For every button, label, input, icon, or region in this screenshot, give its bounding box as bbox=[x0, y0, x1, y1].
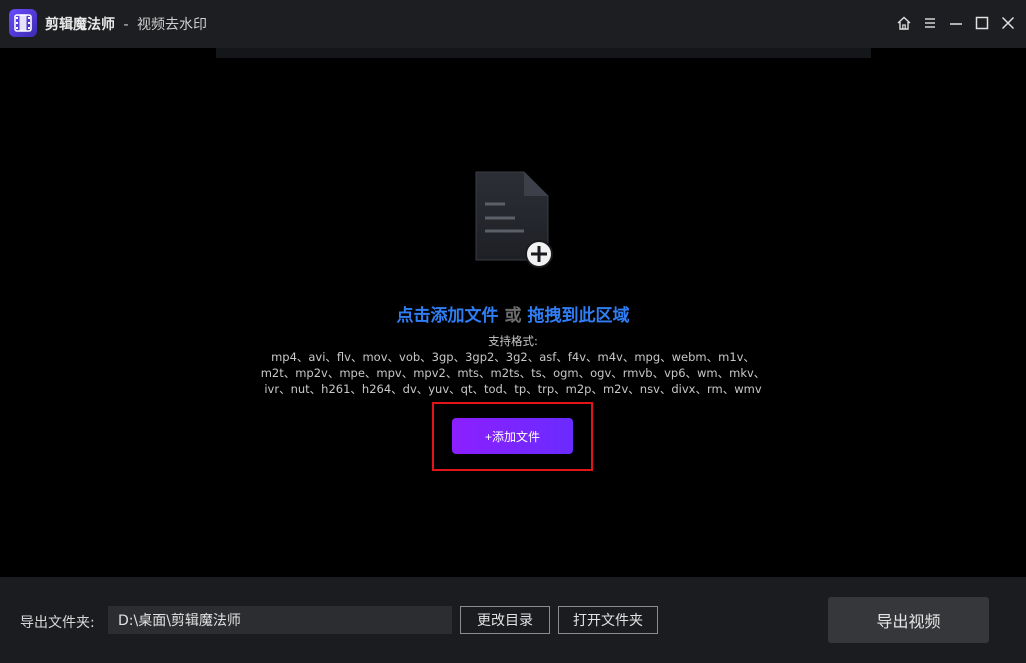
add-file-button[interactable]: +添加文件 bbox=[452, 418, 573, 454]
close-icon[interactable] bbox=[998, 12, 1018, 34]
minimize-icon[interactable] bbox=[946, 12, 966, 34]
export-video-button[interactable]: 导出视频 bbox=[828, 597, 989, 643]
film-strip-icon bbox=[9, 9, 37, 37]
formats-line: ivr、nut、h261、h264、dv、yuv、qt、tod、tp、trp、m… bbox=[264, 382, 762, 396]
drag-here-text: 拖拽到此区域 bbox=[527, 306, 630, 326]
app-name: 剪辑魔法师 bbox=[45, 17, 115, 33]
title-separator: - bbox=[123, 17, 129, 33]
export-path-field[interactable] bbox=[108, 606, 452, 634]
export-folder-label: 导出文件夹: bbox=[20, 615, 95, 631]
click-to-add-text: 点击添加文件 bbox=[396, 306, 499, 326]
formats-line: m2t、mp2v、mpe、mpv、mpv2、mts、m2ts、ts、ogm、og… bbox=[260, 366, 766, 380]
or-text: 或 bbox=[504, 306, 522, 326]
window-controls bbox=[894, 12, 1018, 34]
bottom-bar: 导出文件夹: 更改目录 打开文件夹 导出视频 bbox=[0, 577, 1026, 663]
drop-zone-title[interactable]: 点击添加文件或拖拽到此区域 bbox=[0, 301, 1026, 326]
window-title: 剪辑魔法师 - 视频去水印 bbox=[45, 14, 207, 34]
supported-formats-label: 支持格式: bbox=[488, 334, 538, 348]
page-subtitle: 视频去水印 bbox=[136, 17, 207, 33]
open-folder-button[interactable]: 打开文件夹 bbox=[558, 606, 658, 634]
title-bar: 剪辑魔法师 - 视频去水印 bbox=[0, 0, 1026, 48]
maximize-icon[interactable] bbox=[972, 12, 992, 34]
add-file-icon[interactable] bbox=[472, 168, 558, 268]
change-directory-button[interactable]: 更改目录 bbox=[460, 606, 550, 634]
formats-line: mp4、avi、flv、mov、vob、3gp、3gp2、3g2、asf、f4v… bbox=[271, 350, 755, 364]
top-strip bbox=[216, 48, 871, 58]
home-icon[interactable] bbox=[894, 12, 914, 34]
menu-icon[interactable] bbox=[920, 12, 940, 34]
